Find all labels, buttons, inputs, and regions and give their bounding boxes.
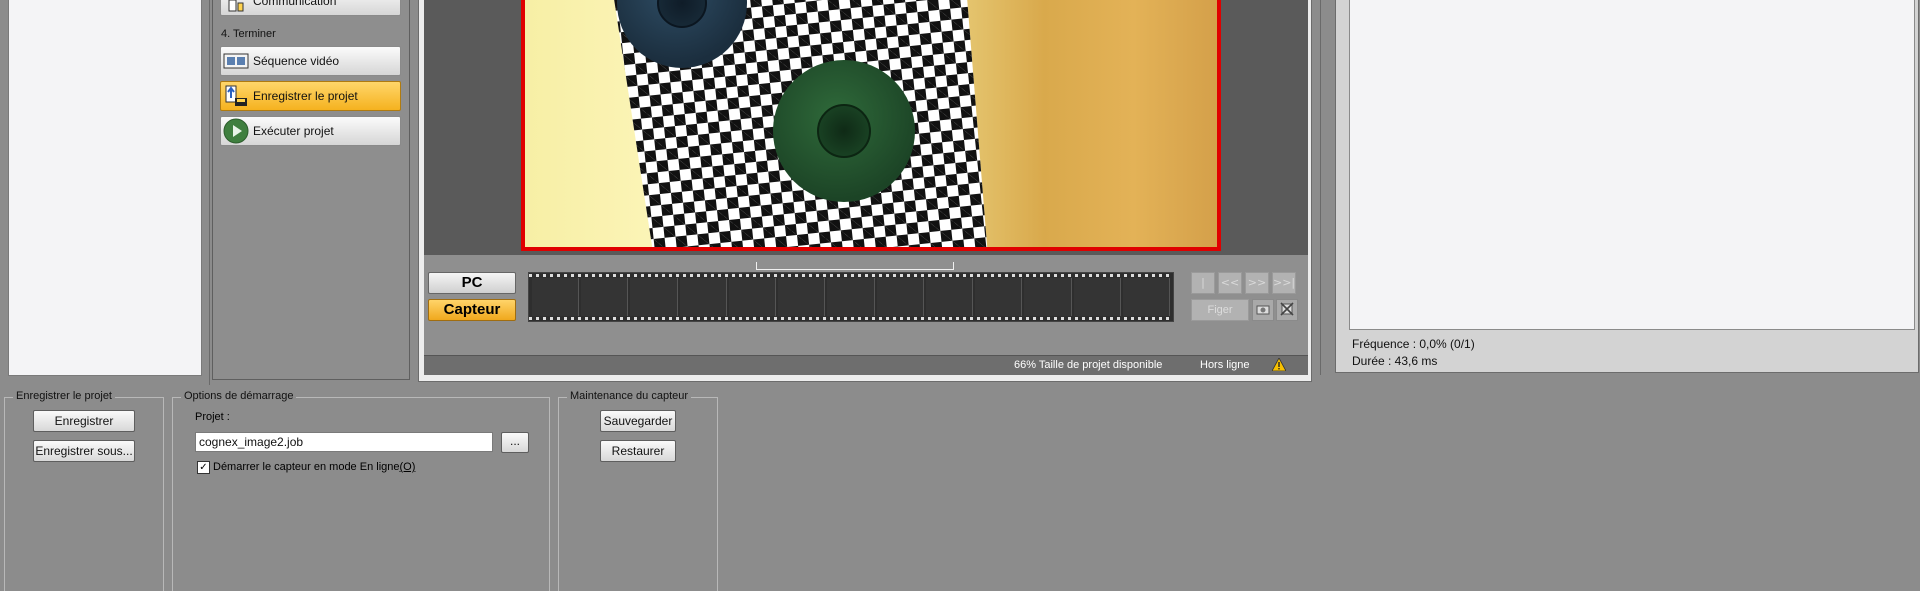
project-size-status: 66% Taille de projet disponible — [1014, 359, 1163, 371]
connection-status: Hors ligne — [1200, 359, 1250, 371]
warning-icon — [1271, 357, 1287, 374]
clear-images-button[interactable] — [1276, 299, 1298, 321]
start-online-checkbox[interactable]: ✓ — [197, 461, 210, 474]
startup-options-group: Options de démarrage Projet : cognex_ima… — [172, 390, 550, 591]
filmstrip-frame[interactable] — [728, 278, 777, 316]
results-list[interactable] — [1349, 0, 1915, 330]
image-settings-button[interactable] — [1252, 299, 1274, 321]
previous-frame-button[interactable]: << — [1218, 272, 1242, 294]
filmstrip-frame[interactable] — [1024, 278, 1072, 316]
first-frame-button[interactable]: |<< — [1191, 272, 1215, 309]
start-online-shortcut: (O) — [399, 461, 416, 473]
film-sequence-icon — [221, 47, 251, 75]
finish-section-label: 4. Terminer — [221, 28, 276, 40]
camera-image — [521, 0, 1221, 251]
sensor-maintenance-title: Maintenance du capteur — [567, 390, 692, 402]
save-button[interactable]: Enregistrer — [33, 410, 135, 432]
results-container: Fréquence : 0,0% (0/1) Durée : 43,6 ms — [1335, 0, 1919, 373]
camera-settings-icon — [1255, 301, 1271, 320]
next-frame-button[interactable]: >> — [1245, 272, 1269, 294]
save-project-group-title: Enregistrer le projet — [13, 390, 115, 402]
project-file-input[interactable]: cognex_image2.job — [195, 432, 493, 452]
image-display-area — [424, 0, 1308, 255]
filmstrip-frame[interactable] — [532, 278, 580, 316]
left-list-panel — [0, 0, 210, 385]
freeze-button[interactable]: Figer — [1191, 299, 1249, 321]
status-bar: 66% Taille de projet disponible Hors lig… — [424, 355, 1308, 375]
left-list-box[interactable] — [8, 0, 202, 376]
save-project-step-label: Enregistrer le projet — [253, 89, 358, 103]
video-sequence-button[interactable]: Séquence vidéo — [220, 46, 401, 76]
save-project-group: Enregistrer le projet Enregistrer Enregi… — [4, 390, 164, 591]
browse-button[interactable]: ... — [501, 432, 529, 453]
filmstrip-scrollbar[interactable] — [756, 262, 954, 270]
source-sensor-button[interactable]: Capteur — [428, 299, 516, 321]
frequency-readout: Fréquence : 0,0% (0/1) — [1352, 337, 1475, 351]
save-project-icon — [221, 82, 251, 110]
start-online-label: Démarrer le capteur en mode En ligne(O) — [213, 461, 415, 473]
restore-button[interactable]: Restaurer — [600, 440, 676, 462]
communication-step-button[interactable]: Communication — [220, 0, 401, 16]
filmstrip-frame[interactable] — [1073, 278, 1121, 316]
communication-icon — [221, 0, 251, 15]
start-online-text: Démarrer le capteur en mode En ligne — [213, 461, 400, 473]
video-panel: PC Capteur |<< << >> >>| Figer 66% Taill… — [418, 0, 1312, 382]
delete-icon — [1279, 301, 1295, 320]
filmstrip-frame[interactable] — [827, 278, 875, 316]
source-pc-button[interactable]: PC — [428, 272, 516, 294]
duration-readout: Durée : 43,6 ms — [1352, 354, 1438, 368]
project-field-label: Projet : — [195, 411, 230, 423]
run-project-label: Exécuter projet — [253, 124, 334, 138]
green-washer — [773, 60, 915, 202]
filmstrip[interactable] — [528, 272, 1174, 322]
backup-button[interactable]: Sauvegarder — [600, 410, 676, 432]
filmstrip-frame[interactable] — [1122, 278, 1171, 316]
video-sequence-label: Séquence vidéo — [253, 54, 340, 68]
playback-controls: PC Capteur |<< << >> >>| Figer — [424, 255, 1308, 355]
save-project-step-button[interactable]: Enregistrer le projet — [220, 81, 401, 111]
startup-options-title: Options de démarrage — [181, 390, 297, 402]
filmstrip-frame[interactable] — [925, 278, 974, 316]
last-frame-button[interactable]: >>| — [1272, 272, 1296, 294]
communication-step-label: Communication — [253, 0, 337, 8]
filmstrip-frame[interactable] — [876, 278, 924, 316]
filmstrip-frame[interactable] — [975, 278, 1023, 316]
filmstrip-frame[interactable] — [778, 278, 826, 316]
sensor-maintenance-group: Maintenance du capteur Sauvegarder Resta… — [558, 390, 718, 591]
play-icon — [221, 117, 251, 145]
steps-panel: Communication 4. Terminer Séquence vidéo… — [212, 0, 410, 380]
save-as-button[interactable]: Enregistrer sous... — [33, 440, 135, 462]
run-project-button[interactable]: Exécuter projet — [220, 116, 401, 146]
filmstrip-frame[interactable] — [581, 278, 629, 316]
filmstrip-frame[interactable] — [679, 278, 727, 316]
filmstrip-frame[interactable] — [630, 278, 678, 316]
results-panel: Fréquence : 0,0% (0/1) Durée : 43,6 ms — [1320, 0, 1920, 375]
